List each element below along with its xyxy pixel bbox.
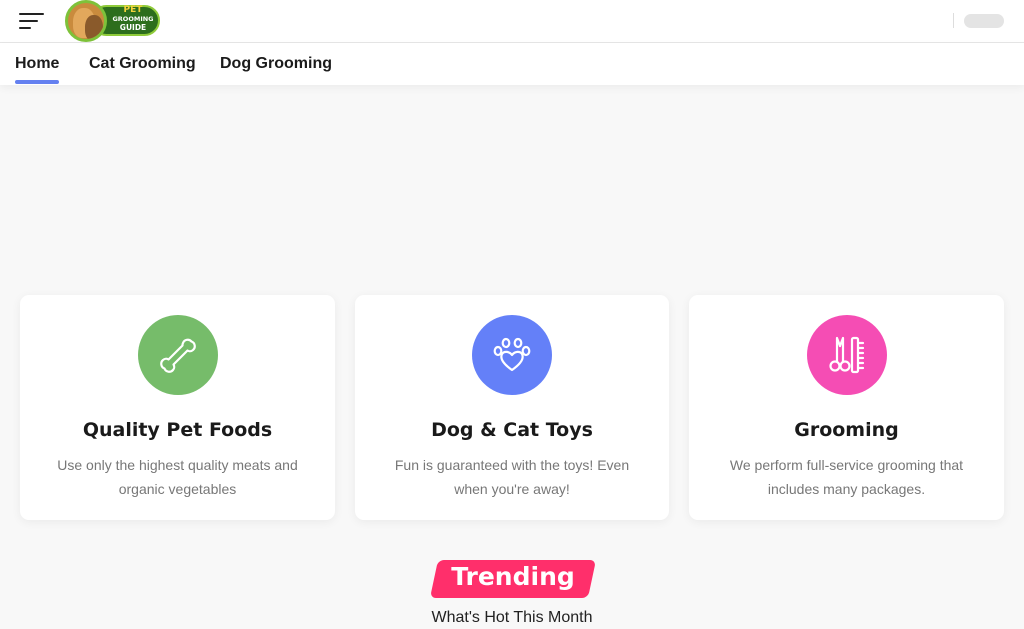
hamburger-menu-icon[interactable] bbox=[19, 11, 45, 31]
scissors-comb-icon bbox=[828, 336, 864, 374]
site-logo[interactable]: PET GROOMING GUIDE bbox=[65, 0, 161, 42]
dark-mode-toggle[interactable] bbox=[964, 14, 1004, 28]
nav-item-cat-grooming[interactable]: Cat Grooming bbox=[89, 55, 196, 73]
top-bar: PET GROOMING GUIDE bbox=[0, 0, 1024, 43]
logo-text-line1: PET bbox=[123, 5, 143, 15]
feature-icon-circle bbox=[137, 315, 218, 395]
bone-icon bbox=[159, 338, 196, 373]
feature-title: Grooming bbox=[794, 419, 899, 441]
logo-text-line3: GUIDE bbox=[119, 22, 147, 32]
section-title-trending: Trending bbox=[451, 562, 575, 591]
section-subtitle: What's Hot This Month bbox=[431, 609, 593, 626]
paw-heart-icon bbox=[493, 337, 531, 372]
nav-item-dog-grooming[interactable]: Dog Grooming bbox=[220, 55, 332, 73]
feature-description: We perform full-service grooming that in… bbox=[729, 457, 964, 497]
nav-item-home[interactable]: Home bbox=[15, 55, 59, 73]
header-divider bbox=[953, 13, 954, 28]
logo-text-line2: GROOMING bbox=[112, 15, 154, 23]
feature-icon-circle bbox=[806, 315, 887, 395]
feature-title: Quality Pet Foods bbox=[82, 419, 273, 441]
main-nav: Home Cat Grooming Dog Grooming bbox=[0, 43, 1024, 85]
logo-dogs-image bbox=[65, 0, 107, 42]
feature-description: Fun is guaranteed with the toys! Even wh… bbox=[394, 457, 630, 497]
logo-text: PET GROOMING GUIDE bbox=[109, 6, 157, 31]
feature-card-grooming: Grooming We perform full-service groomin… bbox=[689, 295, 1004, 520]
feature-title: Dog & Cat Toys bbox=[431, 419, 593, 441]
feature-icon-circle bbox=[472, 315, 552, 395]
feature-card-foods: Quality Pet Foods Use only the highest q… bbox=[20, 295, 335, 520]
feature-description: Use only the highest quality meats and o… bbox=[57, 457, 298, 497]
feature-card-toys: Dog & Cat Toys Fun is guaranteed with th… bbox=[355, 295, 669, 520]
nav-active-indicator bbox=[15, 80, 59, 84]
